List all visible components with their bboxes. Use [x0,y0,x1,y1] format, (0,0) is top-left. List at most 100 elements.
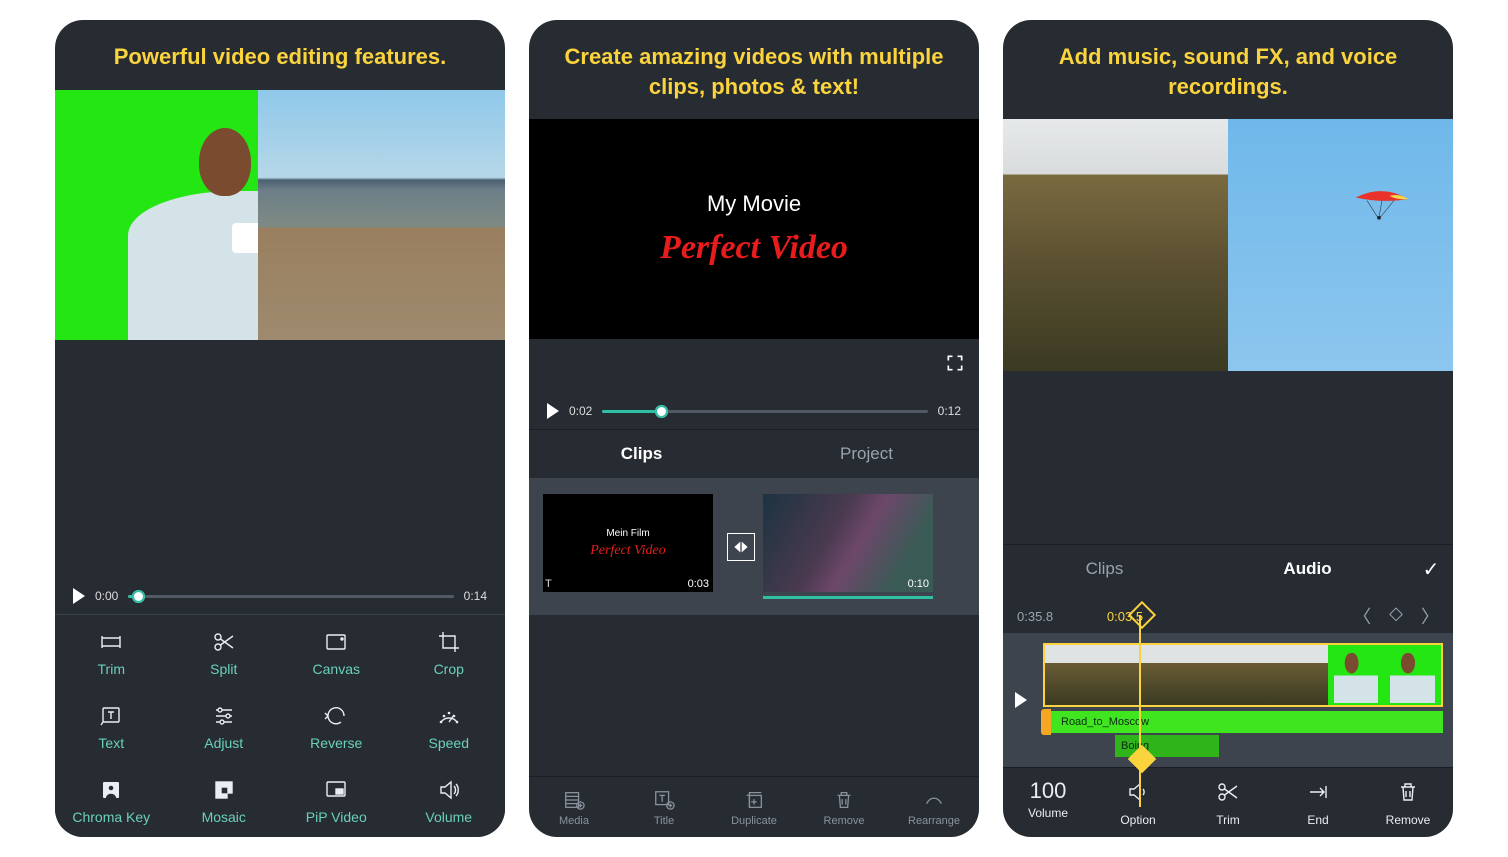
scissors-icon [1214,780,1242,809]
rearrange-icon [923,789,945,811]
time-total: 0:14 [464,589,487,603]
headline: Create amazing videos with multiple clip… [529,20,979,119]
tool-label: Reverse [310,735,362,751]
action-label: Option [1120,813,1155,827]
undo-icon [322,703,350,729]
play-button[interactable] [73,588,85,604]
timeline[interactable]: Road_to_Moscow Boing [1003,633,1453,767]
clip-handle[interactable] [1041,709,1051,735]
tab-audio[interactable]: Audio [1206,545,1409,593]
clip-1[interactable]: Mein Film Perfect Video T 0:03 [543,494,713,599]
tool-pip[interactable]: PiP Video [280,763,393,837]
canvas-icon [322,629,350,655]
tool-label: Chroma Key [72,809,150,825]
time-indicator-row: 0:35.8 0:03.5 〈 ◇ 〉 [1003,593,1453,633]
scrubber[interactable] [128,595,453,598]
timeline-nav: 〈 ◇ 〉 [1353,603,1439,629]
action-media[interactable]: Media [529,789,619,827]
audio-clip-label: Road_to_Moscow [1061,716,1149,728]
audio-end[interactable]: End [1273,780,1363,827]
action-label: Media [559,815,589,827]
clip-2[interactable]: 2 0:10 [763,494,933,599]
audio-clip-fx[interactable]: Boing [1115,735,1219,757]
tool-trim[interactable]: Trim [55,615,168,689]
sliders-icon [210,703,238,729]
time-total: 0:12 [938,404,961,418]
greenscreen-region [55,90,258,340]
play-button[interactable] [547,403,559,419]
action-label: Volume [1028,806,1068,820]
tool-volume[interactable]: Volume [393,763,506,837]
clip-mini-title: Mein Film [606,528,649,539]
tab-clips[interactable]: Clips [1003,545,1206,593]
tool-adjust[interactable]: Adjust [168,689,281,763]
screenshot-1-editor-tools: Powerful video editing features. 0:00 0:… [55,20,505,837]
tab-clips[interactable]: Clips [529,430,754,478]
screenshot-3-audio: Add music, sound FX, and voice recording… [1003,20,1453,837]
scrubber-thumb[interactable] [655,405,668,418]
confirm-check-icon[interactable]: ✓ [1409,557,1453,582]
tool-chromakey[interactable]: Chroma Key [55,763,168,837]
tool-label: Crop [434,661,464,677]
scrubber-thumb[interactable] [132,590,145,603]
prev-keyframe-icon[interactable]: 〈 [1353,603,1371,629]
screenshot-2-clips: Create amazing videos with multiple clip… [529,20,979,837]
action-title[interactable]: Title [619,789,709,827]
tool-crop[interactable]: Crop [393,615,506,689]
action-rearrange[interactable]: Rearrange [889,789,979,827]
tab-project[interactable]: Project [754,430,979,478]
tabs: Clips Audio ✓ [1003,544,1453,593]
next-keyframe-icon[interactable]: 〉 [1421,603,1439,629]
fullscreen-icon[interactable] [945,353,965,378]
tool-speed[interactable]: Speed [393,689,506,763]
tool-canvas[interactable]: Canvas [280,615,393,689]
scissors-icon [210,629,238,655]
audio-option[interactable]: Option [1093,780,1183,827]
action-label: Trim [1216,813,1240,827]
skip-end-icon [1304,780,1332,809]
action-label: End [1307,813,1328,827]
playhead[interactable] [1139,615,1141,807]
preview-area [1003,119,1453,371]
tool-mosaic[interactable]: Mosaic [168,763,281,837]
tool-label: Text [98,735,124,751]
transition-button[interactable] [727,533,755,561]
person-icon [97,777,125,803]
filmstrip-plus-icon [563,789,585,811]
clip-selected-indicator [763,596,933,599]
sky-clip [1228,119,1453,371]
action-label: Rearrange [908,815,960,827]
preview-area: My Movie Perfect Video [529,119,979,339]
audio-trim[interactable]: Trim [1183,780,1273,827]
preview-title-line2: Perfect Video [660,229,848,267]
action-duplicate[interactable]: Duplicate [709,789,799,827]
tool-reverse[interactable]: Reverse [280,689,393,763]
crop-icon [435,629,463,655]
video-track[interactable] [1043,643,1443,707]
tool-label: Volume [425,809,472,825]
speaker-icon [435,777,463,803]
tool-label: PiP Video [306,809,367,825]
action-label: Title [654,815,674,827]
timeline-play-button[interactable] [1013,692,1031,708]
headline: Powerful video editing features. [55,20,505,90]
action-label: Remove [824,815,865,827]
action-label: Remove [1386,813,1431,827]
audio-clip-music[interactable]: Road_to_Moscow [1043,711,1443,733]
action-remove[interactable]: Remove [799,789,889,827]
audio-volume[interactable]: 100 Volume [1003,780,1093,827]
playback-bar: 0:00 0:14 [55,578,505,614]
tool-label: Canvas [313,661,360,677]
keyframe-diamond-icon[interactable]: ◇ [1389,603,1403,629]
tool-text[interactable]: Text [55,689,168,763]
beach-region [258,90,506,340]
tool-grid: Trim Split Canvas Crop Text Adjust [55,614,505,837]
trash-icon [833,789,855,811]
scrubber[interactable] [602,410,927,413]
preview-title-line1: My Movie [707,191,801,217]
playback-bar: 0:02 0:12 [529,393,979,429]
tool-split[interactable]: Split [168,615,281,689]
speaker-icon [1124,780,1152,809]
headline: Add music, sound FX, and voice recording… [1003,20,1453,119]
audio-remove[interactable]: Remove [1363,780,1453,827]
